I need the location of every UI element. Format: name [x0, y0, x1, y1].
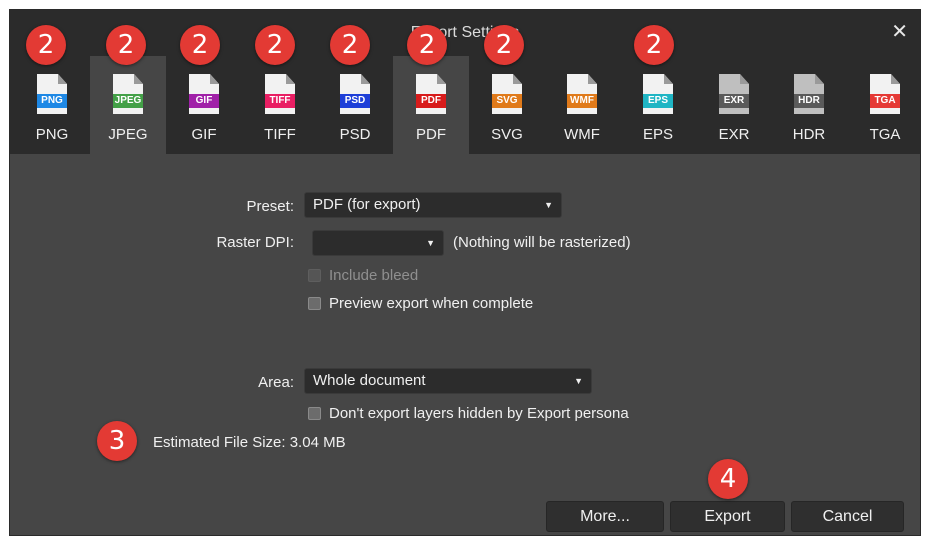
- hidden-layers-label: Don't export layers hidden by Export per…: [329, 405, 629, 422]
- format-label: PDF: [416, 126, 446, 143]
- psd-file-icon: PSD: [340, 74, 370, 114]
- area-label: Area:: [258, 374, 294, 391]
- format-tga[interactable]: TGA TGA: [847, 56, 920, 154]
- close-icon[interactable]: ✕: [891, 22, 908, 42]
- preset-dropdown[interactable]: PDF (for export) ▼: [304, 192, 562, 218]
- annotation-badge-2: 2: [407, 25, 447, 65]
- estimated-file-size: Estimated File Size: 3.04 MB: [153, 434, 346, 451]
- format-label: JPEG: [108, 126, 148, 143]
- area-dropdown[interactable]: Whole document ▼: [304, 368, 592, 394]
- raster-dpi-label: Raster DPI:: [216, 234, 294, 251]
- more-button[interactable]: More...: [546, 501, 664, 532]
- tiff-file-icon: TIFF: [265, 74, 295, 114]
- dialog-title: Export Settings: [410, 24, 520, 41]
- wmf-file-icon: WMF: [567, 74, 597, 114]
- preview-export-checkbox[interactable]: Preview export when complete: [308, 295, 533, 312]
- format-gif[interactable]: GIF GIF: [166, 56, 242, 154]
- chevron-down-icon: ▼: [574, 376, 583, 386]
- preview-export-label: Preview export when complete: [329, 295, 534, 312]
- annotation-badge-2: 2: [106, 25, 146, 65]
- exr-file-icon: EXR: [719, 74, 749, 114]
- gif-file-icon: GIF: [189, 74, 219, 114]
- format-label: PNG: [35, 126, 69, 143]
- include-bleed-checkbox[interactable]: Include bleed: [308, 267, 418, 284]
- format-label: TGA: [869, 126, 901, 143]
- format-label: PSD: [339, 126, 371, 143]
- preset-value: PDF (for export): [313, 196, 421, 213]
- title-bar: Export Settings ✕: [10, 10, 920, 56]
- hidden-layers-checkbox[interactable]: Don't export layers hidden by Export per…: [308, 405, 629, 422]
- preset-label: Preset:: [246, 198, 294, 215]
- format-label: GIF: [191, 126, 217, 143]
- format-wmf[interactable]: WMF WMF: [544, 56, 620, 154]
- chevron-down-icon: ▼: [544, 200, 553, 210]
- export-button[interactable]: Export: [670, 501, 785, 532]
- format-exr[interactable]: EXR EXR: [696, 56, 772, 154]
- format-jpeg[interactable]: JPEG JPEG: [90, 56, 166, 154]
- format-label: WMF: [564, 126, 600, 143]
- svg-file-icon: SVG: [492, 74, 522, 114]
- checkbox-box: [308, 407, 321, 420]
- checkbox-box: [308, 269, 321, 282]
- jpeg-file-icon: JPEG: [113, 74, 143, 114]
- annotation-badge-2: 2: [180, 25, 220, 65]
- raster-dpi-dropdown[interactable]: ▼: [312, 230, 444, 256]
- annotation-badge-2: 2: [26, 25, 66, 65]
- include-bleed-label: Include bleed: [329, 267, 419, 284]
- format-svg[interactable]: SVG SVG: [469, 56, 545, 154]
- tga-file-icon: TGA: [870, 74, 900, 114]
- format-label: SVG: [491, 126, 523, 143]
- format-hdr[interactable]: HDR HDR: [771, 56, 847, 154]
- format-label: HDR: [792, 126, 826, 143]
- hdr-file-icon: HDR: [794, 74, 824, 114]
- annotation-badge-3: 3: [97, 421, 137, 461]
- format-pdf[interactable]: PDF PDF: [393, 56, 469, 154]
- annotation-badge-2: 2: [484, 25, 524, 65]
- raster-note: (Nothing will be rasterized): [453, 234, 631, 251]
- eps-file-icon: EPS: [643, 74, 673, 114]
- checkbox-box: [308, 297, 321, 310]
- area-value: Whole document: [313, 372, 426, 389]
- annotation-badge-2: 2: [634, 25, 674, 65]
- format-bar: PNG PNG JPEG JPEG GIF GIF TIFF TIFF PSD …: [10, 56, 920, 154]
- chevron-down-icon: ▼: [426, 238, 435, 248]
- pdf-file-icon: PDF: [416, 74, 446, 114]
- format-tiff[interactable]: TIFF TIFF: [242, 56, 318, 154]
- format-label: EPS: [642, 126, 673, 143]
- format-label: EXR: [718, 126, 750, 143]
- annotation-badge-2: 2: [330, 25, 370, 65]
- format-label: TIFF: [264, 126, 296, 143]
- format-png[interactable]: PNG PNG: [14, 56, 90, 154]
- annotation-badge-4: 4: [708, 459, 748, 499]
- format-psd[interactable]: PSD PSD: [317, 56, 393, 154]
- format-eps[interactable]: EPS EPS: [620, 56, 696, 154]
- export-settings-dialog: Export Settings ✕ PNG PNG JPEG JPEG GIF …: [9, 9, 921, 536]
- cancel-button[interactable]: Cancel: [791, 501, 904, 532]
- png-file-icon: PNG: [37, 74, 67, 114]
- annotation-badge-2: 2: [255, 25, 295, 65]
